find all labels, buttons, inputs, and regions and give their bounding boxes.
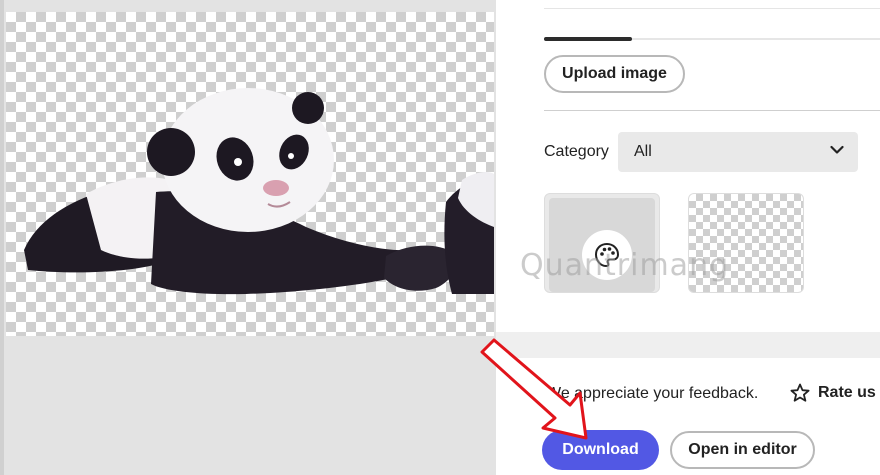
background-option-transparent[interactable]	[688, 193, 804, 293]
upload-image-label: Upload image	[562, 65, 667, 82]
upload-image-button[interactable]: Upload image	[544, 55, 685, 93]
download-label: Download	[562, 441, 639, 458]
category-value: All	[634, 143, 652, 160]
background-option-color[interactable]	[544, 193, 660, 293]
star-icon	[790, 383, 810, 402]
category-select[interactable]: All	[618, 132, 858, 172]
panda-cutout-image	[24, 88, 494, 295]
rate-us-label: Rate us	[818, 384, 876, 401]
rate-us-button[interactable]: Rate us	[790, 383, 876, 403]
transparent-background-preview	[6, 12, 494, 336]
thumb-fill	[549, 198, 655, 292]
palette-icon-wrapper	[582, 230, 632, 280]
category-label: Category	[544, 143, 609, 160]
window-edge	[0, 0, 4, 475]
chevron-down-icon	[830, 145, 844, 154]
open-in-editor-label: Open in editor	[688, 441, 797, 458]
preview-canvas: ◀	[0, 0, 506, 475]
app-root: ◀ Upload image Category All	[0, 0, 880, 475]
panel-spacer-band	[496, 332, 880, 358]
side-panel: Upload image Category All We appreciate …	[496, 0, 880, 475]
top-divider	[544, 8, 880, 9]
palette-icon	[594, 242, 620, 268]
open-in-editor-button[interactable]: Open in editor	[670, 431, 815, 469]
feedback-text: We appreciate your feedback.	[546, 385, 759, 402]
download-button[interactable]: Download	[542, 430, 659, 470]
section-divider	[544, 110, 880, 111]
tab-active-indicator	[544, 37, 632, 41]
